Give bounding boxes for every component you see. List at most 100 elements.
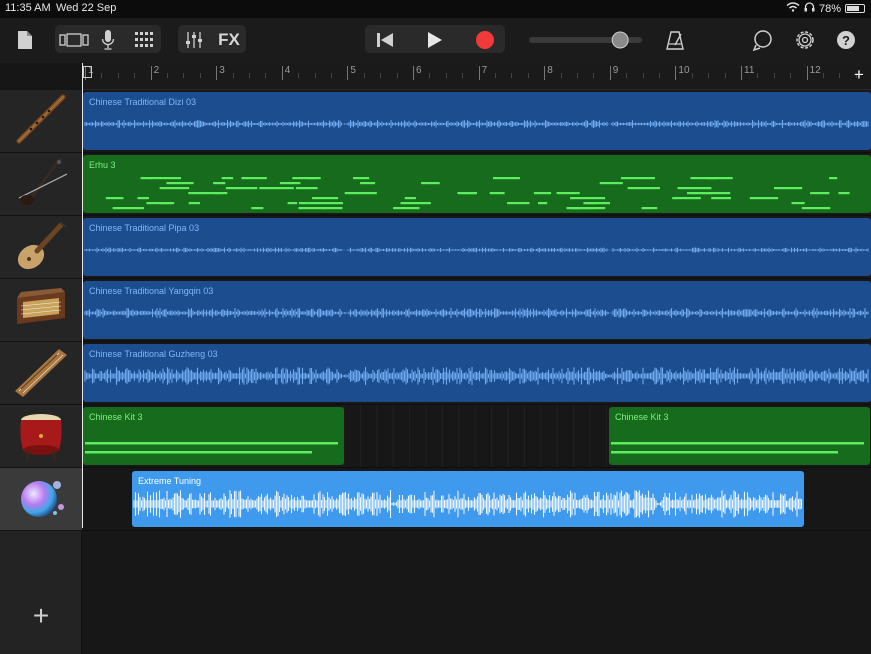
microphone-icon[interactable]	[98, 28, 118, 52]
play-icon[interactable]	[422, 29, 448, 51]
region-pipa[interactable]: Chinese Traditional Pipa 03	[83, 218, 871, 276]
ruler-subdivision	[839, 73, 841, 78]
settings-gear-icon[interactable]	[792, 28, 818, 52]
ruler-subdivision	[691, 73, 693, 78]
region-erhu[interactable]: Erhu 3	[83, 155, 871, 213]
ruler-subdivision	[560, 73, 562, 78]
track-headers	[0, 90, 82, 654]
track-header-yangqin[interactable]	[0, 279, 82, 342]
region-name: Chinese Traditional Guzheng 03	[89, 349, 218, 359]
ruler-subdivision	[331, 73, 332, 78]
region-drum[interactable]: Chinese Kit 3	[609, 407, 870, 465]
pipa-instrument-icon	[11, 217, 71, 278]
region-sampler-orb[interactable]: Extreme Tuning	[132, 471, 804, 527]
track-header-erhu[interactable]	[0, 153, 82, 216]
add-section-button[interactable]: +	[851, 66, 867, 84]
timeline-ruler[interactable]: 1 2 3 4 5 6 7 8 9 10 11 12	[82, 63, 871, 90]
document-icon[interactable]	[15, 29, 35, 51]
headphones-icon	[804, 2, 815, 15]
ruler-subdivision	[642, 73, 644, 78]
track-lane-pipa[interactable]: Chinese Traditional Pipa 03	[82, 216, 871, 279]
yangqin-instrument-icon	[11, 280, 71, 341]
track-lane-guzheng[interactable]: Chinese Traditional Guzheng 03	[82, 342, 871, 405]
ruler-bar-9: 9	[609, 66, 618, 80]
status-bar: 11:35 AM Wed 22 Sep 78%	[0, 0, 871, 18]
ruler-subdivision	[298, 73, 300, 78]
ruler-subdivision	[593, 73, 595, 78]
playhead-handle[interactable]	[83, 66, 92, 78]
ruler-subdivision	[495, 73, 496, 78]
status-time: 11:35 AM	[5, 2, 51, 14]
wifi-icon	[786, 2, 800, 15]
ruler-subdivision	[511, 73, 513, 78]
ruler-subdivision	[199, 73, 201, 78]
region-name: Chinese Kit 3	[615, 412, 669, 422]
status-date: Wed 22 Sep	[56, 2, 117, 14]
ruler-subdivision	[183, 73, 185, 78]
track-lane-drum[interactable]: Chinese Kit 3 Chinese Kit 3	[82, 405, 871, 468]
toolbar: FX ?	[0, 18, 871, 63]
playhead-line[interactable]	[82, 63, 83, 528]
region-guzheng[interactable]: Chinese Traditional Guzheng 03	[83, 344, 871, 402]
region-name: Chinese Traditional Pipa 03	[89, 223, 200, 233]
dizi-instrument-icon	[11, 91, 71, 152]
ruler-subdivision	[363, 73, 365, 78]
fx-button[interactable]: FX	[215, 29, 243, 51]
view-toggle-icon[interactable]	[58, 29, 90, 51]
ruler-subdivision	[396, 73, 398, 78]
ruler-subdivision	[249, 73, 250, 78]
ruler-subdivision	[232, 73, 234, 78]
ruler-subdivision	[429, 73, 431, 78]
volume-slider[interactable]	[528, 30, 643, 50]
track-header-sampler-orb[interactable]	[0, 468, 82, 531]
ruler-bar-11: 11	[741, 66, 754, 80]
ruler-subdivision	[823, 73, 824, 78]
ruler-bar-10: 10	[675, 66, 690, 80]
svg-text:?: ?	[842, 33, 850, 48]
ruler-bar-7: 7	[478, 66, 487, 80]
rewind-icon[interactable]	[372, 29, 398, 51]
ruler-subdivision	[626, 73, 628, 78]
sampler-orb-icon	[11, 469, 71, 530]
ruler-bar-4: 4	[281, 66, 290, 80]
region-drum[interactable]: Chinese Kit 3	[83, 407, 344, 465]
region-dizi[interactable]: Chinese Traditional Dizi 03	[83, 92, 871, 150]
region-name: Chinese Traditional Dizi 03	[89, 97, 197, 107]
ruler-subdivision	[462, 73, 464, 78]
region-name: Erhu 3	[89, 160, 116, 170]
ruler-bar-3: 3	[216, 66, 225, 80]
track-lanes: Chinese Traditional Dizi 03 Erhu 3 Chinese…	[82, 90, 871, 654]
loop-icon[interactable]	[750, 28, 776, 52]
record-icon[interactable]	[472, 29, 498, 51]
ruler-subdivision	[527, 73, 529, 78]
ruler-subdivision	[101, 73, 103, 78]
add-track-button[interactable]: +	[28, 602, 54, 630]
track-lane-yangqin[interactable]: Chinese Traditional Yangqin 03	[82, 279, 871, 342]
guzheng-instrument-icon	[11, 343, 71, 404]
track-header-drum[interactable]	[0, 405, 82, 468]
ruler-subdivision	[773, 73, 775, 78]
ruler-bar-6: 6	[413, 66, 422, 80]
track-header-pipa[interactable]	[0, 216, 82, 279]
battery-icon	[845, 4, 865, 13]
ruler-subdivision	[314, 73, 316, 78]
track-lane-sampler-orb[interactable]: Extreme Tuning	[82, 468, 871, 531]
track-header-guzheng[interactable]	[0, 342, 82, 405]
mixer-icon[interactable]	[183, 29, 205, 51]
drum-instrument-icon	[11, 406, 71, 467]
ruler-subdivision	[577, 73, 578, 78]
ruler-bar-2: 2	[150, 66, 159, 80]
ruler-subdivision	[757, 73, 759, 78]
track-header-dizi[interactable]	[0, 90, 82, 153]
battery-percent: 78%	[818, 2, 841, 15]
ruler-subdivision	[167, 73, 168, 78]
track-lane-erhu[interactable]: Erhu 3	[82, 153, 871, 216]
metronome-icon[interactable]	[663, 28, 687, 52]
region-name: Extreme Tuning	[138, 476, 202, 486]
ruler-subdivision	[265, 73, 267, 78]
region-yangqin[interactable]: Chinese Traditional Yangqin 03	[83, 281, 871, 339]
help-icon[interactable]: ?	[834, 28, 858, 52]
grid-icon[interactable]	[133, 30, 155, 50]
track-lane-dizi[interactable]: Chinese Traditional Dizi 03	[82, 90, 871, 153]
ruler-subdivision	[445, 73, 447, 78]
